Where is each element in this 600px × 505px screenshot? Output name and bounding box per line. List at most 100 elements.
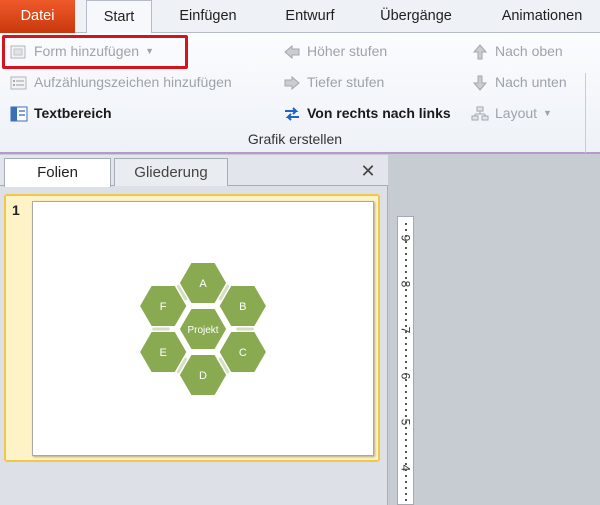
ruler-tick <box>405 451 407 453</box>
ruler-tick <box>405 349 407 351</box>
ruler-tick <box>405 457 407 459</box>
smartart-graphic: Projekt A B C D E F <box>138 261 268 397</box>
promote-button[interactable]: Höher stufen <box>283 39 387 63</box>
ruler-tick <box>405 325 407 327</box>
layout-button[interactable]: Layout ▼ <box>471 101 552 125</box>
slide-thumbnail[interactable]: Projekt A B C D E F <box>32 201 374 456</box>
ruler-tick <box>405 379 407 381</box>
ruler-tick <box>405 343 407 345</box>
ruler-number: 6 <box>398 372 413 380</box>
tab-insert[interactable]: Einfügen <box>165 0 251 33</box>
ruler-tick <box>405 331 407 333</box>
tab-design[interactable]: Entwurf <box>270 0 350 33</box>
move-up-button[interactable]: Nach oben <box>471 39 563 63</box>
ruler-tick <box>405 433 407 435</box>
ruler-tick <box>405 229 407 231</box>
ruler-tick <box>405 367 407 369</box>
bullet-list-icon <box>10 74 28 90</box>
text-pane-icon <box>10 105 28 122</box>
ruler-tick <box>405 301 407 303</box>
smartart-shape-c-label: C <box>239 347 247 359</box>
slide-number: 1 <box>12 202 20 218</box>
arrow-left-icon <box>283 43 301 60</box>
tab-transitions[interactable]: Übergänge <box>366 0 466 33</box>
ruler-tick <box>405 319 407 321</box>
smartart-shape-b-label: B <box>239 301 246 313</box>
ruler-tick <box>405 469 407 471</box>
ruler-tick <box>405 463 407 465</box>
right-to-left-label: Von rechts nach links <box>307 105 451 121</box>
layout-icon <box>471 105 489 121</box>
ruler-tick <box>405 397 407 399</box>
slides-panel: Folien Gliederung ✕ 1 Projekt A B C D E F <box>0 155 388 505</box>
group-label: Grafik erstellen <box>247 131 343 147</box>
tab-outline[interactable]: Gliederung <box>114 158 228 186</box>
ruler-tick <box>405 313 407 315</box>
ruler-tick <box>405 283 407 285</box>
highlight-box <box>2 35 188 69</box>
slide-editing-area <box>389 155 600 505</box>
panel-tabs: Folien Gliederung ✕ <box>0 155 388 187</box>
smartart-shape-center-label: Projekt <box>187 325 218 336</box>
ruler-tick <box>405 475 407 477</box>
ruler-tick <box>405 265 407 267</box>
ruler-tick <box>405 277 407 279</box>
group-separator <box>585 73 586 153</box>
ruler-tick <box>405 361 407 363</box>
right-to-left-button[interactable]: Von rechts nach links <box>283 101 451 125</box>
ruler-tick <box>405 421 407 423</box>
demote-button[interactable]: Tiefer stufen <box>283 70 384 94</box>
ruler-tick <box>405 247 407 249</box>
ruler-tick <box>405 487 407 489</box>
smartart-shape-a-label: A <box>199 278 207 290</box>
ruler-tick <box>405 439 407 441</box>
ruler-tick <box>405 241 407 243</box>
move-up-label: Nach oben <box>495 43 563 59</box>
ruler-tick <box>405 289 407 291</box>
ruler-tick <box>405 403 407 405</box>
ruler-tick <box>405 445 407 447</box>
swap-arrows-icon <box>283 105 301 121</box>
slide-thumbnail-selected[interactable]: 1 Projekt A B C D E F <box>4 194 380 462</box>
ruler-tick <box>405 499 407 501</box>
ruler-tick <box>405 409 407 411</box>
ruler-tick <box>405 385 407 387</box>
close-icon[interactable]: ✕ <box>358 159 378 183</box>
text-pane-label: Textbereich <box>34 105 112 121</box>
ruler-tick <box>405 355 407 357</box>
layout-label: Layout <box>495 105 538 121</box>
ruler-tick <box>405 493 407 495</box>
ruler-tick <box>405 373 407 375</box>
ruler-tick <box>405 337 407 339</box>
vertical-ruler: 9 8 7 6 5 4 <box>397 216 414 505</box>
ruler-tick <box>405 295 407 297</box>
add-bullet-button[interactable]: Aufzählungszeichen hinzufügen <box>10 70 232 94</box>
tab-slides[interactable]: Folien <box>4 158 111 187</box>
ruler-tick <box>405 415 407 417</box>
smartart-shape-d-label: D <box>199 370 207 382</box>
smartart-shape-e-label: E <box>159 347 166 359</box>
tab-animations[interactable]: Animationen <box>486 0 598 33</box>
ruler-tick <box>405 223 407 225</box>
ruler-tick <box>405 391 407 393</box>
add-bullet-label: Aufzählungszeichen hinzufügen <box>34 74 232 90</box>
arrow-right-icon <box>283 74 301 91</box>
ruler-tick <box>405 307 407 309</box>
move-down-button[interactable]: Nach unten <box>471 70 567 94</box>
move-down-label: Nach unten <box>495 74 567 90</box>
ruler-tick <box>405 253 407 255</box>
ribbon-tab-bar: Datei Start Einfügen Entwurf Übergänge A… <box>0 0 600 34</box>
demote-label: Tiefer stufen <box>307 74 385 90</box>
promote-label: Höher stufen <box>307 43 388 59</box>
text-pane-button[interactable]: Textbereich <box>10 101 112 125</box>
tab-start[interactable]: Start <box>86 0 152 34</box>
ruler-tick <box>405 427 407 429</box>
smartart-shape-f-label: F <box>160 301 167 313</box>
arrow-down-icon <box>471 74 489 91</box>
ruler-tick <box>405 481 407 483</box>
arrow-up-icon <box>471 43 489 60</box>
ruler-number: 9 <box>398 234 413 242</box>
chevron-down-icon: ▼ <box>543 108 552 118</box>
tab-file[interactable]: Datei <box>0 0 75 33</box>
ruler-tick <box>405 271 407 273</box>
